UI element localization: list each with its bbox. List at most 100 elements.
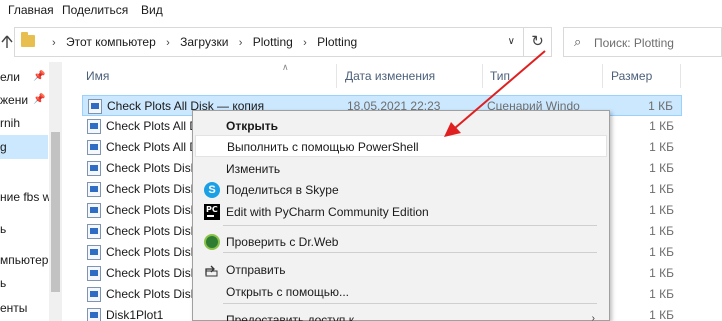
file-size: 1 КБ xyxy=(649,245,674,259)
context-menu-label: Проверить с Dr.Web xyxy=(226,235,339,249)
context-menu-item[interactable]: Изменить xyxy=(195,158,607,180)
tab-view[interactable]: Вид xyxy=(141,3,163,17)
drweb-icon xyxy=(204,234,220,250)
menu-separator xyxy=(223,225,597,226)
folder-icon xyxy=(21,32,35,47)
context-menu-item[interactable]: Отправить xyxy=(195,259,607,281)
search-input[interactable]: ⌕ Поиск: Plotting xyxy=(563,27,722,57)
file-name: Check Plots Disk xyxy=(106,224,197,238)
address-bar[interactable]: › Этот компьютер › Загрузки › Plotting ›… xyxy=(14,27,524,57)
file-size: 1 КБ xyxy=(649,203,674,217)
file-name: Check Plots Disk xyxy=(106,245,197,259)
chevron-right-icon: › xyxy=(238,37,243,49)
file-size: 1 КБ xyxy=(649,308,674,321)
breadcrumb-plotting-current[interactable]: Plotting xyxy=(317,35,357,49)
context-menu-item[interactable]: Выполнить с помощью PowerShell xyxy=(195,135,607,157)
nav-item-4[interactable]: g xyxy=(0,140,7,162)
pycharm-icon: PC xyxy=(204,204,220,220)
context-menu-label: Открыть xyxy=(226,119,279,133)
file-size: 1 КБ xyxy=(649,224,674,238)
file-name: Disk1Plot1 xyxy=(106,308,164,321)
column-header: ∧ Имя Дата изменения Тип Размер xyxy=(78,62,682,90)
script-file-icon xyxy=(87,224,101,239)
breadcrumb: › Этот компьютер › Загрузки › Plotting ›… xyxy=(45,35,357,49)
context-menu-item[interactable]: Проверить с Dr.Web xyxy=(195,231,607,253)
context-menu-item[interactable]: Открыть xyxy=(195,115,607,137)
file-name: Check Plots Disk xyxy=(106,182,197,196)
context-menu-item[interactable]: Открыть с помощью... xyxy=(195,281,607,303)
column-size[interactable]: Размер xyxy=(611,69,652,83)
breadcrumb-this-pc[interactable]: Этот компьютер xyxy=(66,35,156,49)
tab-home[interactable]: Главная xyxy=(8,3,54,17)
up-arrow-icon[interactable] xyxy=(1,35,13,49)
file-size: 1 КБ xyxy=(649,161,674,175)
nav-item-7[interactable]: мпьютер xyxy=(0,253,48,275)
search-icon: ⌕ xyxy=(574,34,582,49)
chevron-right-icon: › xyxy=(166,37,170,49)
file-name: Check Plots All D xyxy=(106,140,199,154)
column-divider[interactable] xyxy=(336,64,337,88)
file-list-area xyxy=(682,62,722,321)
script-file-icon xyxy=(87,203,101,218)
context-menu-label: Предоставить доступ к xyxy=(226,313,354,321)
breadcrumb-downloads[interactable]: Загрузки xyxy=(180,35,228,49)
file-name: Check Plots Disk xyxy=(106,203,197,217)
nav-item-8[interactable]: ь xyxy=(0,276,6,298)
file-name: Check Plots All D xyxy=(106,119,199,133)
nav-item-3[interactable]: rnih xyxy=(0,116,20,138)
file-size: 1 КБ xyxy=(649,140,674,154)
script-file-icon xyxy=(87,119,101,134)
file-name: Check Plots Disk xyxy=(106,287,197,301)
script-file-icon xyxy=(87,182,101,197)
context-menu-label: Отправить xyxy=(226,263,286,277)
file-size: 1 КБ xyxy=(649,119,674,133)
column-divider[interactable] xyxy=(602,64,603,88)
column-divider[interactable] xyxy=(680,64,681,88)
context-menu-label: Edit with PyCharm Community Edition xyxy=(226,205,429,219)
script-file-icon xyxy=(87,245,101,260)
context-menu-label: Поделиться в Skype xyxy=(226,183,339,197)
breadcrumb-plotting[interactable]: Plotting xyxy=(253,35,293,49)
script-file-icon xyxy=(87,266,101,281)
tab-share[interactable]: Поделиться xyxy=(62,3,128,17)
address-row: › Этот компьютер › Загрузки › Plotting ›… xyxy=(0,27,722,59)
search-placeholder: Поиск: Plotting xyxy=(594,36,674,50)
context-menu-item[interactable]: S Поделиться в Skype xyxy=(195,179,607,201)
context-menu: Открыть Выполнить с помощью PowerShell Изм… xyxy=(192,110,610,321)
file-name: Check Plots Disk xyxy=(106,161,197,175)
file-size: 1 КБ xyxy=(648,99,673,113)
menu-separator xyxy=(223,303,597,304)
nav-scrollbar-thumb[interactable] xyxy=(51,132,60,292)
script-file-icon xyxy=(87,161,101,176)
script-file-icon xyxy=(87,308,101,321)
refresh-button[interactable]: ↻ xyxy=(524,27,552,57)
chevron-down-icon[interactable]: ∨ xyxy=(508,36,515,47)
context-menu-label: Открыть с помощью... xyxy=(226,285,350,299)
nav-item-5[interactable]: ние fbs w xyxy=(0,190,51,212)
column-name[interactable]: Имя xyxy=(86,69,109,83)
script-file-icon xyxy=(87,287,101,302)
file-size: 1 КБ xyxy=(649,182,674,196)
column-type[interactable]: Тип xyxy=(490,69,510,83)
context-menu-label: Выполнить с помощью PowerShell xyxy=(227,140,419,154)
chevron-right-icon: › xyxy=(591,313,595,321)
nav-item-6[interactable]: ь xyxy=(0,222,6,244)
file-name: Check Plots Disk xyxy=(106,266,197,280)
sort-up-icon: ∧ xyxy=(282,62,289,72)
nav-item-2[interactable]: жени xyxy=(0,93,28,115)
chevron-right-icon: › xyxy=(52,37,56,49)
pin-icon: 📌 xyxy=(33,71,46,82)
script-file-icon xyxy=(87,140,101,155)
share-icon xyxy=(205,265,218,277)
nav-item-9[interactable]: енты xyxy=(0,301,27,321)
nav-scrollbar[interactable] xyxy=(49,62,62,321)
chevron-right-icon: › xyxy=(303,37,307,49)
file-size: 1 КБ xyxy=(649,287,674,301)
nav-selection-highlight xyxy=(0,135,48,159)
context-menu-item[interactable]: PC Edit with PyCharm Community Edition xyxy=(195,201,607,223)
column-date[interactable]: Дата изменения xyxy=(345,69,435,83)
column-divider[interactable] xyxy=(482,64,483,88)
nav-item-1[interactable]: ели xyxy=(0,70,20,92)
context-menu-item[interactable]: Предоставить доступ к › xyxy=(195,309,607,321)
refresh-icon: ↻ xyxy=(531,33,544,50)
